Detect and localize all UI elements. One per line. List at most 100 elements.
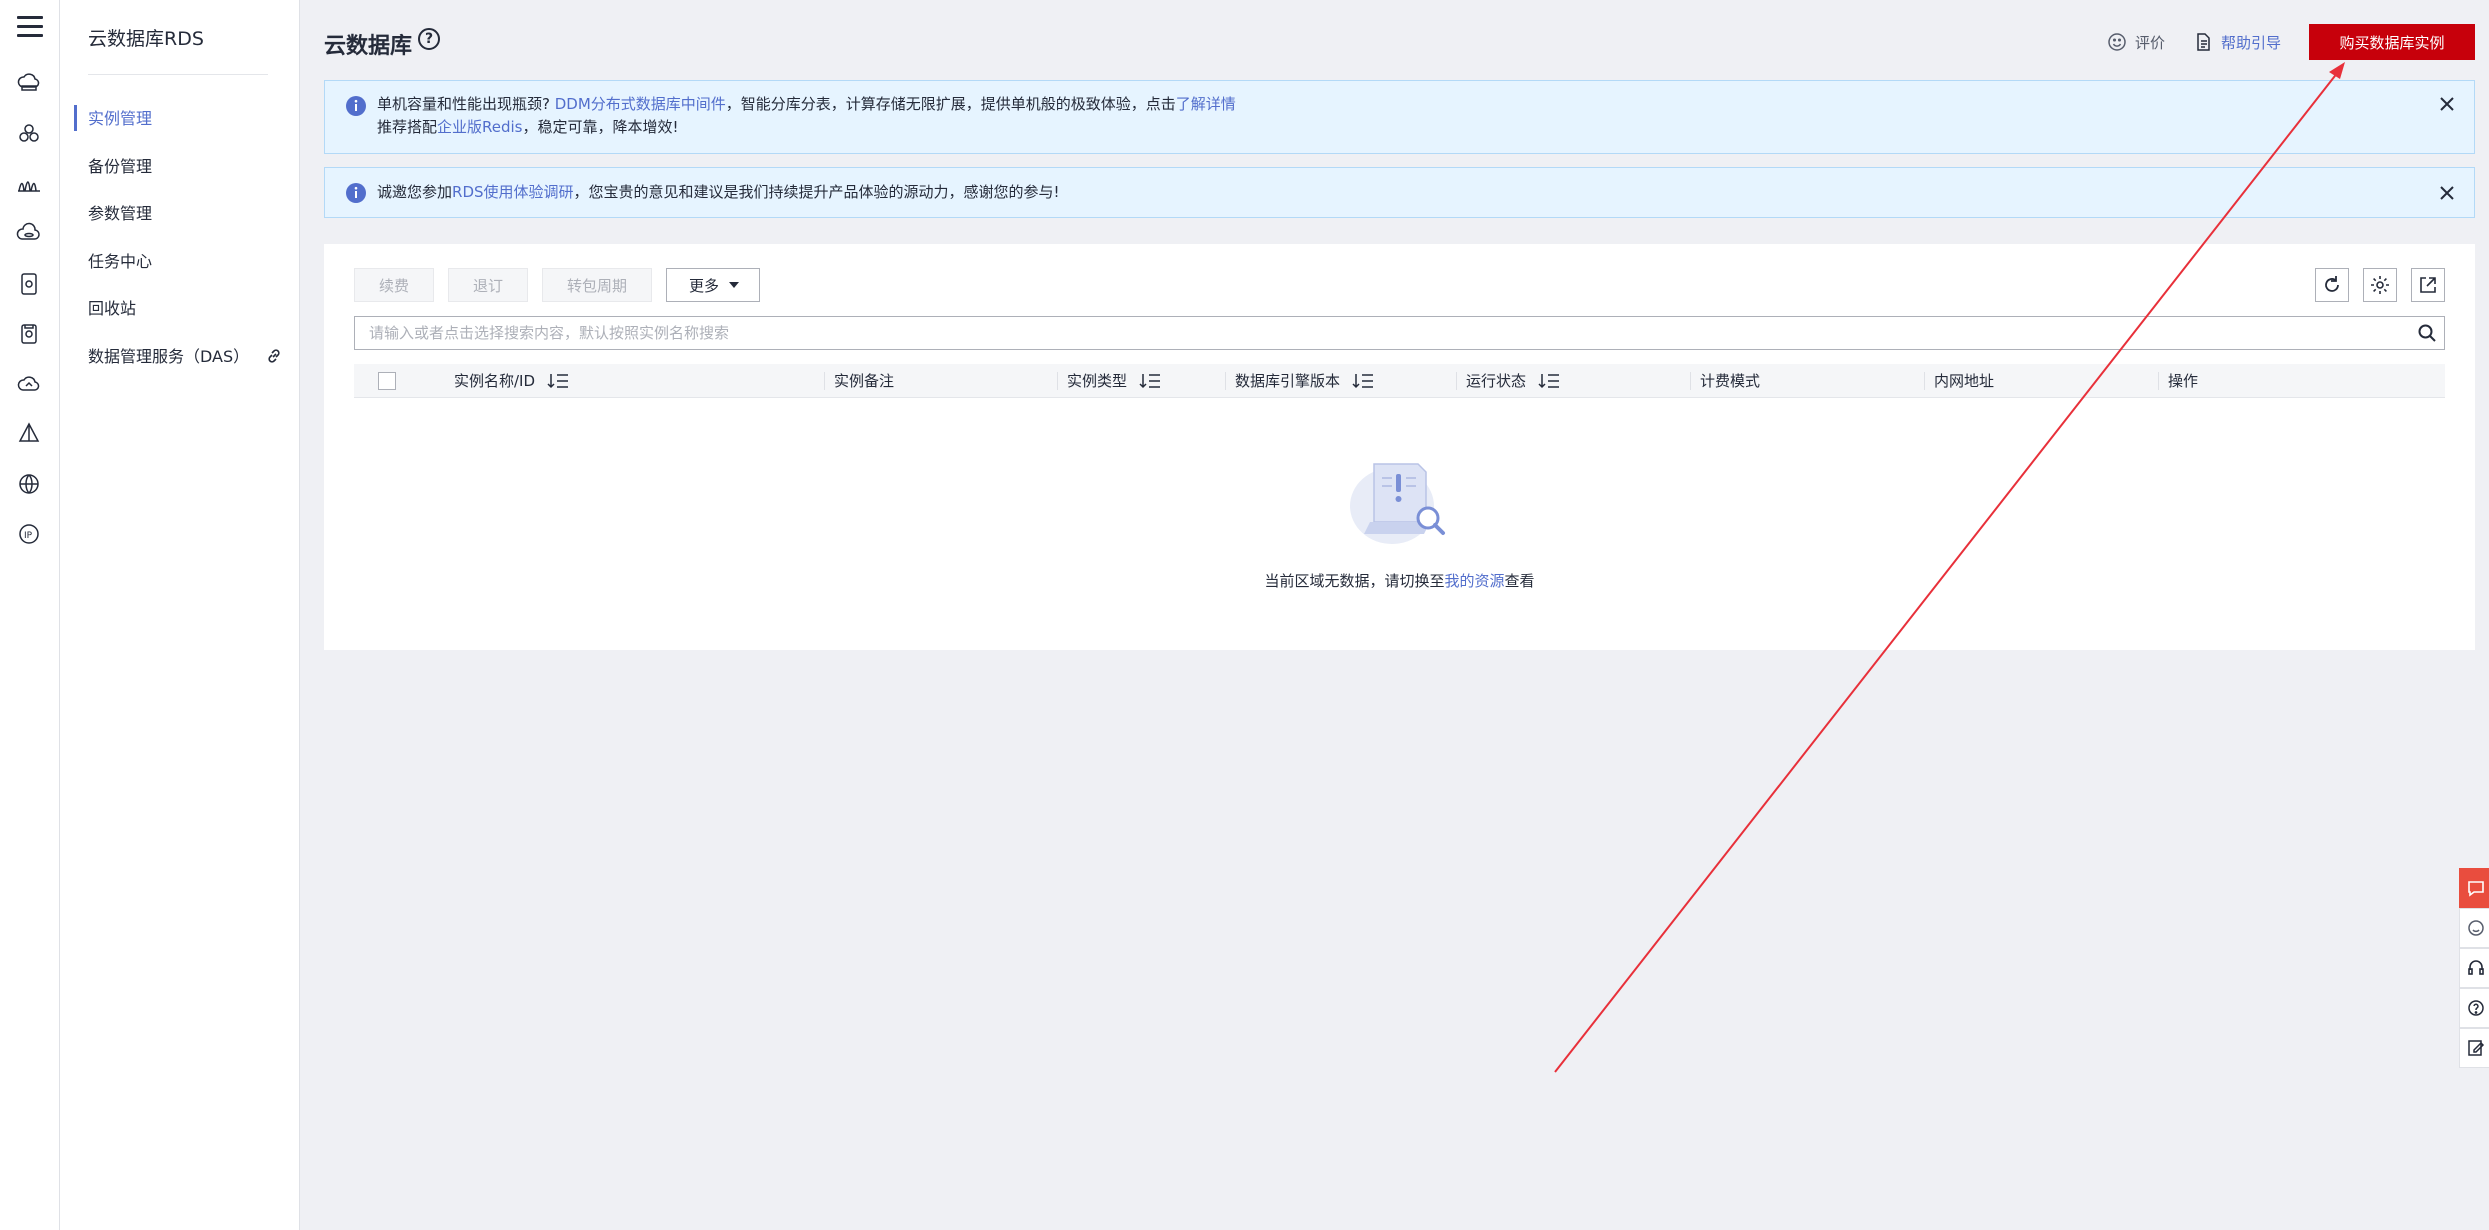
cloud-icon[interactable] (16, 371, 42, 397)
notice-text: ，稳定可靠，降本增效! (522, 118, 679, 136)
headset-icon (2468, 960, 2484, 975)
column-divider (824, 372, 825, 390)
notice-text: 推荐搭配 (377, 118, 438, 136)
rate-link[interactable]: 评价 (2107, 32, 2165, 53)
sidebar-item-label: 参数管理 (88, 204, 153, 223)
settings-button[interactable] (2363, 268, 2397, 302)
column-divider (1057, 372, 1058, 390)
help-float-button[interactable] (2459, 988, 2489, 1028)
column-label: 内网地址 (1934, 372, 1995, 390)
survey-link[interactable]: RDS使用体验调研 (452, 183, 574, 201)
redis-link[interactable]: 企业版Redis (437, 118, 522, 136)
sort-icon[interactable] (1538, 372, 1560, 390)
renew-button[interactable]: 续费 (354, 268, 435, 302)
question-icon (2468, 1000, 2484, 1016)
ddm-link[interactable]: DDM分布式数据库中间件 (555, 95, 726, 113)
hamburger-menu-icon[interactable] (17, 16, 43, 38)
empty-text: 查看 (1504, 572, 1535, 590)
notice-survey: 诚邀您参加RDS使用体验调研，您宝贵的意见和建议是我们持续提升产品体验的源动力，… (324, 167, 2475, 218)
learn-more-link[interactable]: 了解详情 (1176, 95, 1236, 113)
toolbar: 续费 退订 转包周期 更多 (354, 268, 774, 304)
sidebar-item-label: 任务中心 (88, 251, 153, 271)
export-icon (2420, 277, 2436, 293)
notice-survey-text: 诚邀您参加RDS使用体验调研，您宝贵的意见和建议是我们持续提升产品体验的源动力，… (377, 181, 1060, 204)
refresh-button[interactable] (2315, 268, 2349, 302)
help-question-icon[interactable]: ? (418, 28, 440, 50)
export-button[interactable] (2411, 268, 2445, 302)
support-float-button[interactable] (2459, 948, 2489, 988)
sidebar: 云数据库RDS 实例管理 备份管理 参数管理 任务中心 回收站 数据管理服务（D… (60, 0, 300, 1230)
my-resources-link[interactable]: 我的资源 (1444, 572, 1504, 590)
rate-label: 评价 (2134, 33, 2165, 52)
column-header-status[interactable]: 运行状态 (1466, 364, 1560, 398)
cluster-icon[interactable] (16, 121, 42, 147)
chat-float-button[interactable] (2459, 868, 2489, 908)
column-divider (1456, 372, 1457, 390)
sidebar-item-instances[interactable]: 实例管理 (60, 96, 300, 144)
sidebar-item-tasks[interactable]: 任务中心 (60, 239, 300, 287)
table-header: 实例名称/ID 实例备注 实例类型 数据库引擎版本 运行状态 计费模式 内网地址… (354, 364, 2445, 398)
empty-text: 当前区域无数据，请切换至 (1264, 572, 1445, 590)
notice-ddm-text: 单机容量和性能出现瓶颈? DDM分布式数据库中间件，智能分库分表，计算存储无限扩… (377, 93, 1236, 139)
column-header-type[interactable]: 实例类型 (1067, 364, 1161, 398)
close-icon[interactable] (2438, 95, 2456, 113)
notice-text: ，您宝贵的意见和建议是我们持续提升产品体验的源动力，感谢您的参与! (573, 183, 1060, 201)
cloud-database-icon[interactable] (16, 221, 42, 247)
sidebar-item-label: 回收站 (88, 299, 137, 318)
sidebar-item-backups[interactable]: 备份管理 (60, 144, 300, 192)
page-title: 云数据库 (324, 34, 413, 59)
cdn-icon[interactable] (16, 171, 42, 197)
sidebar-item-das[interactable]: 数据管理服务（DAS） (60, 334, 300, 382)
unsubscribe-button[interactable]: 退订 (448, 268, 529, 302)
column-header-engine[interactable]: 数据库引擎版本 (1235, 364, 1374, 398)
document-icon[interactable] (16, 321, 42, 347)
sidebar-menu: 实例管理 备份管理 参数管理 任务中心 回收站 数据管理服务（DAS） (60, 96, 300, 381)
help-guide-link[interactable]: 帮助引导 (2193, 32, 2281, 53)
sidebar-item-label: 实例管理 (88, 109, 153, 128)
floating-toolbar (2459, 868, 2489, 1068)
header-actions: 评价 帮助引导 购买数据库实例 (2107, 24, 2475, 60)
sort-icon[interactable] (547, 372, 569, 390)
cloud-server-icon[interactable] (16, 70, 42, 96)
column-label: 操作 (2168, 372, 2199, 390)
svg-text:IP: IP (24, 531, 33, 541)
table-tools (2301, 268, 2445, 302)
main-content: 云数据库 ? 评价 帮助引导 购买数据库实例 单机容量和性能出现瓶颈? DDM分… (300, 0, 2489, 1230)
network-icon[interactable] (16, 421, 42, 447)
column-label: 实例类型 (1067, 372, 1128, 390)
notice-ddm: 单机容量和性能出现瓶颈? DDM分布式数据库中间件，智能分库分表，计算存储无限扩… (324, 80, 2475, 154)
column-divider (1924, 372, 1925, 390)
sidebar-item-label: 备份管理 (88, 156, 153, 176)
column-header-name[interactable]: 实例名称/ID (454, 364, 569, 398)
more-dropdown[interactable]: 更多 (666, 268, 761, 302)
sort-icon[interactable] (1352, 372, 1374, 390)
sort-icon[interactable] (1139, 372, 1161, 390)
search-icon[interactable] (2416, 322, 2438, 344)
globe-icon[interactable] (16, 471, 42, 497)
close-icon[interactable] (2438, 184, 2456, 202)
sidebar-item-recycle-bin[interactable]: 回收站 (60, 286, 300, 334)
smile-icon (2108, 33, 2126, 51)
sidebar-title: 云数据库RDS (88, 28, 204, 50)
smile-icon (2468, 920, 2484, 936)
select-all-checkbox[interactable] (378, 372, 396, 390)
to-package-button[interactable]: 转包周期 (542, 268, 653, 302)
buy-instance-button[interactable]: 购买数据库实例 (2309, 24, 2475, 60)
link-icon (268, 348, 280, 363)
search-input[interactable] (355, 317, 2444, 349)
sidebar-item-parameters[interactable]: 参数管理 (60, 191, 300, 239)
empty-message: 当前区域无数据，请切换至我的资源查看 (324, 570, 2475, 591)
search-box (354, 316, 2445, 350)
edit-float-button[interactable] (2459, 1028, 2489, 1068)
column-header-billing: 计费模式 (1700, 364, 1760, 398)
column-divider (1225, 372, 1226, 390)
storage-icon[interactable] (16, 271, 42, 297)
info-icon (346, 96, 366, 116)
empty-data-illustration-icon (1349, 463, 1445, 544)
ip-icon[interactable]: IP (16, 521, 42, 547)
notice-text: 单机容量和性能出现瓶颈? (377, 95, 555, 113)
notice-text: 诚邀您参加 (377, 183, 453, 201)
feedback-float-button[interactable] (2459, 908, 2489, 948)
info-icon (346, 183, 366, 203)
gear-icon (2371, 276, 2389, 294)
